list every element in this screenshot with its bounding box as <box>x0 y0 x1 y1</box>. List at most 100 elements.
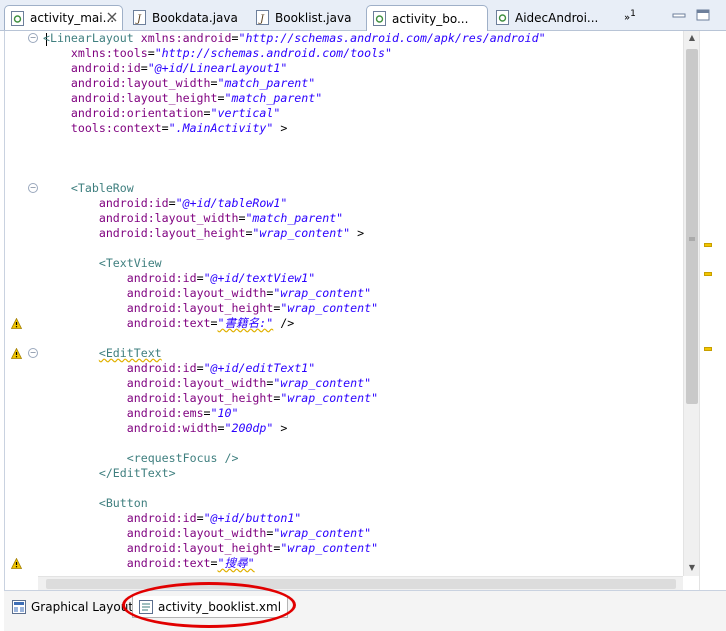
java-file-icon: J <box>132 10 146 26</box>
code-line[interactable]: android:layout_width="match_parent" <box>43 211 343 226</box>
warning-icon[interactable] <box>10 347 23 359</box>
warning-marker[interactable] <box>704 243 712 247</box>
java-file-icon: J <box>255 10 269 26</box>
code-token: <EditText <box>98 346 162 360</box>
tab-overflow-button[interactable]: »1 <box>624 9 636 24</box>
close-icon[interactable] <box>106 12 118 24</box>
code-line[interactable]: android:id="@+id/editText1" <box>43 361 315 376</box>
code-line[interactable]: android:ems="10" <box>43 406 239 421</box>
tab-activity-booklist[interactable]: activity_bo... <box>366 5 488 31</box>
code-line[interactable]: android:id="@+id/button1" <box>43 511 302 526</box>
code-token: = <box>140 61 148 75</box>
overview-ruler[interactable] <box>699 31 726 590</box>
code-line[interactable]: android:id="@+id/tableRow1" <box>43 196 287 211</box>
code-token: = <box>196 271 204 285</box>
warning-icon[interactable] <box>10 557 23 569</box>
code-line[interactable]: xmlns:tools="http://schemas.android.com/… <box>43 46 392 61</box>
code-line[interactable]: android:text="搜尋" <box>43 556 255 571</box>
code-token: android:layout_height <box>126 541 274 555</box>
code-token: "書籍名:" <box>217 316 274 330</box>
code-line[interactable]: android:layout_width="wrap_content" <box>43 286 371 301</box>
code-line[interactable]: <EditText <box>43 346 162 361</box>
code-token: android:layout_width <box>98 211 239 225</box>
code-token: android:orientation <box>70 106 204 120</box>
code-line[interactable]: <requestFocus /> <box>43 451 239 466</box>
tab-graphical-layout[interactable]: Graphical Layout <box>12 596 133 618</box>
code-token: android:layout_height <box>126 301 274 315</box>
warning-marker[interactable] <box>704 272 712 276</box>
code-token: "wrap_content" <box>280 391 379 405</box>
code-line[interactable]: android:width="200dp" > <box>43 421 288 436</box>
code-token: = <box>203 406 211 420</box>
code-line[interactable]: android:layout_height="match_parent" <box>43 91 322 106</box>
code-token: <TextView <box>98 256 162 270</box>
code-line[interactable]: <LinearLayout xmlns:android="http://sche… <box>43 31 546 46</box>
code-line[interactable]: android:layout_width="wrap_content" <box>43 376 371 391</box>
editor-tab-bar: activity_mai... J Bookdata.java J Bookli… <box>0 0 726 31</box>
minimize-icon[interactable] <box>672 9 686 21</box>
fold-toggle-icon[interactable]: − <box>28 348 38 358</box>
code-line[interactable]: android:layout_width="wrap_content" <box>43 526 371 541</box>
scroll-up-icon[interactable]: ▲ <box>687 33 697 43</box>
tab-bookdata-java[interactable]: J Bookdata.java <box>127 5 245 30</box>
code-token: "http://schemas.android.com/tools" <box>154 46 393 60</box>
code-token: <requestFocus /> <box>126 451 239 465</box>
code-token: "@+id/editText1" <box>203 361 316 375</box>
code-line[interactable]: android:layout_height="wrap_content" > <box>43 226 364 241</box>
code-token: tools:context <box>70 121 162 135</box>
code-line[interactable]: </EditText> <box>43 466 176 481</box>
code-line[interactable]: android:orientation="vertical" <box>43 106 280 121</box>
tab-label: Graphical Layout <box>31 600 134 614</box>
fold-toggle-icon[interactable]: − <box>28 183 38 193</box>
code-token: "match_parent" <box>245 211 344 225</box>
code-line[interactable]: android:layout_height="wrap_content" <box>43 391 378 406</box>
tab-xml-source[interactable]: activity_booklist.xml <box>132 596 289 618</box>
maximize-icon[interactable] <box>696 9 710 21</box>
tab-aidec-android[interactable]: AidecAndroi... <box>490 5 610 30</box>
code-token: <Button <box>98 496 148 510</box>
code-line[interactable]: android:layout_height="wrap_content" <box>43 301 378 316</box>
fold-toggle-icon[interactable]: − <box>28 33 38 43</box>
vertical-scroll-thumb[interactable] <box>686 49 698 404</box>
xml-editor[interactable]: − − − <LinearLayout xmlns:android="http://… <box>4 31 698 590</box>
code-line[interactable]: <TableRow <box>43 181 134 196</box>
code-token: "wrap_content" <box>273 376 372 390</box>
tab-label: activity_bo... <box>392 11 469 26</box>
horizontal-scrollbar[interactable] <box>38 576 683 590</box>
code-token: = <box>196 511 204 525</box>
svg-text:J: J <box>135 14 142 25</box>
xml-file-icon <box>372 11 386 27</box>
code-token: "http://schemas.android.com/apk/res/andr… <box>238 31 546 45</box>
vertical-scrollbar[interactable]: ▲ ▼ <box>683 31 699 576</box>
tab-activity-main[interactable]: activity_mai... <box>4 5 123 30</box>
code-token: "搜尋" <box>217 556 255 570</box>
code-token: = <box>210 316 218 330</box>
tab-booklist-java[interactable]: J Booklist.java <box>250 5 365 30</box>
code-line[interactable]: android:id="@+id/LinearLayout1" <box>43 61 287 76</box>
code-token: = <box>196 361 204 375</box>
code-line[interactable]: android:id="@+id/textView1" <box>43 271 315 286</box>
code-token: </EditText> <box>98 466 176 480</box>
warning-marker[interactable] <box>704 347 712 351</box>
horizontal-scroll-thumb[interactable] <box>46 579 676 589</box>
code-area[interactable]: <LinearLayout xmlns:android="http://sche… <box>43 31 683 579</box>
code-token: android:id <box>98 196 169 210</box>
svg-text:J: J <box>258 14 265 25</box>
code-token: android:layout_width <box>126 286 267 300</box>
warning-icon[interactable] <box>10 317 23 329</box>
code-line[interactable]: android:layout_height="wrap_content" <box>43 541 378 556</box>
code-line[interactable]: <TextView <box>43 256 162 271</box>
code-token: android:id <box>126 271 197 285</box>
code-line[interactable]: <Button <box>43 496 148 511</box>
code-line[interactable]: android:text="書籍名:" /> <box>43 316 294 331</box>
code-token: > <box>273 121 288 135</box>
code-line[interactable]: android:layout_width="match_parent" <box>43 76 315 91</box>
scroll-down-icon[interactable]: ▼ <box>687 563 697 573</box>
code-token: = <box>168 196 176 210</box>
code-line[interactable]: tools:context=".MainActivity" > <box>43 121 287 136</box>
